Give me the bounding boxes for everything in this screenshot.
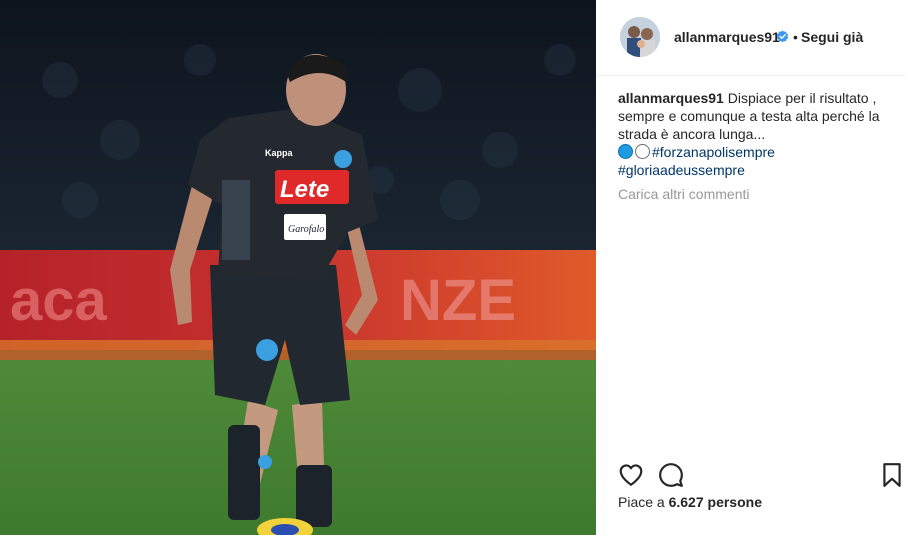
verified-badge-icon <box>776 30 789 43</box>
caption-username-link[interactable]: allanmarques91 <box>618 90 724 106</box>
load-more-comments-link[interactable]: Carica altri commenti <box>618 186 749 202</box>
svg-text:aca: aca <box>10 268 108 333</box>
avatar[interactable] <box>620 17 660 57</box>
second-sponsor-logo: Garofalo <box>288 224 324 235</box>
blue-circle-emoji <box>618 144 633 159</box>
hashtag-link[interactable]: #forzanapolisempre <box>652 144 775 160</box>
header-separator: • <box>793 29 798 45</box>
following-button[interactable]: Segui già <box>801 29 863 45</box>
hashtag-link[interactable]: #gloriaadeussempre <box>618 162 745 178</box>
white-circle-emoji <box>635 144 650 159</box>
post-side-panel: allanmarques91 • Segui già allanmarques9… <box>596 0 905 535</box>
sponsor-logo: Lete <box>280 176 329 203</box>
heart-icon[interactable] <box>618 462 644 488</box>
bookmark-icon[interactable] <box>881 462 903 488</box>
avatar-image <box>620 17 660 57</box>
shirt-brand: Kappa <box>265 148 294 158</box>
comment-icon[interactable] <box>658 462 684 488</box>
likes-prefix: Piace a <box>618 494 669 510</box>
header-username-link[interactable]: allanmarques91 <box>674 29 780 45</box>
svg-text:NZE: NZE <box>400 268 516 333</box>
likes-count[interactable]: Piace a 6.627 persone <box>618 494 762 510</box>
post-header: allanmarques91 • Segui già <box>596 0 905 76</box>
likes-number: 6.627 persone <box>668 494 762 510</box>
post-photo[interactable]: aca NZE Lete Garofalo Kappa <box>0 0 596 535</box>
post-actions <box>596 458 905 490</box>
player-image: aca NZE Lete Garofalo Kappa <box>0 0 596 535</box>
post-caption: allanmarques91 Dispiace per il risultato… <box>618 89 888 179</box>
